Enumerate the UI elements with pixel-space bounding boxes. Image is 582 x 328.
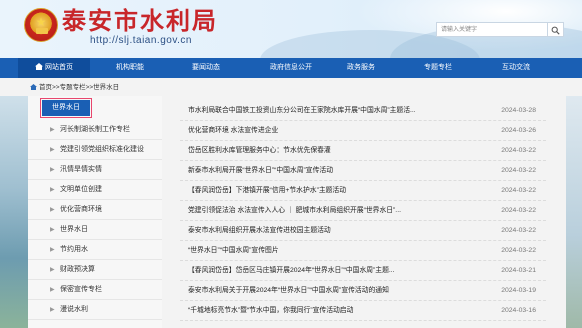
side-scenery-image <box>0 96 28 328</box>
nav-item-functions[interactable]: 机构职能 <box>94 58 166 78</box>
sidebar-item-world-water-day[interactable]: ▶ 世界水日 <box>28 220 162 240</box>
sidebar-item-secrecy[interactable]: ▶ 保密宣传专栏 <box>28 280 162 300</box>
sidebar-item-label: 世界水日 <box>60 226 88 233</box>
article-title[interactable]: “世界水日”“中国水周”宣传图片 <box>188 241 478 261</box>
sidebar-item-civilized-unit[interactable]: ▶ 文明单位创建 <box>28 180 162 200</box>
national-emblem-icon: ★ <box>24 8 58 42</box>
article-date: 2024-03-19 <box>501 287 536 294</box>
article-date: 2024-03-22 <box>501 247 536 254</box>
article-title[interactable]: 【春风润岱岳】岱岳区马庄镇开展2024年“世界水日”“中国水周”主题... <box>188 261 478 281</box>
article-title[interactable]: 市水利局联合中国铁工投资山东分公司在王家院水库开展“中国水周”主题活... <box>188 101 478 121</box>
chevron-right-icon: ▶ <box>50 147 55 153</box>
article-date: 2024-03-22 <box>501 147 536 154</box>
list-item[interactable]: 【春风润岱岳】岱岳区马庄镇开展2024年“世界水日”“中国水周”主题... 202… <box>180 261 546 281</box>
sidebar-item-label: 文明单位创建 <box>60 186 102 193</box>
sidebar-item-label: 河长制湖长制工作专栏 <box>60 126 130 133</box>
sidebar-item-flood-drought[interactable]: ▶ 汛情旱情实情 <box>28 160 162 180</box>
sidebar-item-business-env[interactable]: ▶ 优化营商环境 <box>28 200 162 220</box>
chevron-right-icon: ▶ <box>50 167 55 173</box>
nav-item-services[interactable]: 政务服务 <box>325 58 397 78</box>
list-item[interactable]: “千城地标亮节水”暨“节水中国，你我同行”宣传活动启动 2024-03-16 <box>180 301 546 321</box>
list-item[interactable]: “世界水日”“中国水周”宣传图片 2024-03-22 <box>180 241 546 261</box>
search-input[interactable]: 请输入关键字 <box>436 22 548 37</box>
sidebar-item-river-chief[interactable]: ▶ 河长制湖长制工作专栏 <box>28 120 162 140</box>
article-title[interactable]: 【春风润岱岳】下港镇开展“信用+节水护水”主题活动 <box>188 181 478 201</box>
list-item[interactable]: 【春风润岱岳】下港镇开展“信用+节水护水”主题活动 2024-03-22 <box>180 181 546 201</box>
home-icon <box>30 84 37 90</box>
main-nav: 网站首页 机构职能 要闻动态 政府信息公开 政务服务 专题专栏 互动交流 <box>0 58 582 78</box>
article-date: 2024-03-22 <box>501 187 536 194</box>
list-item[interactable]: 泰安市水利局关于开展2024年“世界水日”“中国水周”宣传活动的通知 2024-0… <box>180 281 546 301</box>
sidebar-item-label: 汛情旱情实情 <box>60 166 102 173</box>
nav-item-news[interactable]: 要闻动态 <box>170 58 242 78</box>
article-title[interactable]: 泰安市水利局关于开展2024年“世界水日”“中国水周”宣传活动的通知 <box>188 281 478 301</box>
nav-item-topics[interactable]: 专题专栏 <box>402 58 474 78</box>
sidebar-item-comics[interactable]: ▶ 漫说水利 <box>28 300 162 320</box>
article-date: 2024-03-28 <box>501 107 536 114</box>
article-title[interactable]: 岱岳区胜利水库管理服务中心：节水优先保春灌 <box>188 141 478 161</box>
sidebar-item-label: 保密宣传专栏 <box>60 286 102 293</box>
sidebar-item-label: 党建引领党组织标准化建设 <box>60 146 144 153</box>
nav-item-home[interactable]: 网站首页 <box>18 58 90 78</box>
search-icon <box>551 26 560 35</box>
article-date: 2024-03-26 <box>501 127 536 134</box>
article-date: 2024-03-16 <box>501 307 536 314</box>
list-item[interactable]: 党建引领促法治 水法宣传入人心 ｜ 肥城市水利局组织开展“世界水日”... 202… <box>180 201 546 221</box>
chevron-right-icon: ▶ <box>50 187 55 193</box>
list-item[interactable]: 优化营商环境 水法宣传进企业 2024-03-26 <box>180 121 546 141</box>
sidebar-item-water-saving[interactable]: ▶ 节约用水 <box>28 240 162 260</box>
chevron-right-icon: ▶ <box>50 287 55 293</box>
sidebar-item-label: 漫说水利 <box>60 306 88 313</box>
sidebar-item-label: 财政预决算 <box>60 266 95 273</box>
article-title[interactable]: 优化营商环境 水法宣传进企业 <box>188 121 478 141</box>
list-item[interactable]: 市水利局联合中国铁工投资山东分公司在王家院水库开展“中国水周”主题活... 202… <box>180 101 546 121</box>
chevron-right-icon: ▶ <box>50 307 55 313</box>
article-date: 2024-03-21 <box>501 267 536 274</box>
sidebar-item-label: 优化营商环境 <box>60 206 102 213</box>
chevron-right-icon: ▶ <box>50 227 55 233</box>
article-title[interactable]: 新泰市水利局开展“世界水日”“中国水周”宣传活动 <box>188 161 478 181</box>
sidebar-item-budget[interactable]: ▶ 财政预决算 <box>28 260 162 280</box>
list-item[interactable]: 新泰市水利局开展“世界水日”“中国水周”宣传活动 2024-03-22 <box>180 161 546 181</box>
site-url: http://slj.taian.gov.cn <box>90 35 192 46</box>
search-button[interactable] <box>548 22 564 37</box>
chevron-right-icon: ▶ <box>50 247 55 253</box>
nav-item-interaction[interactable]: 互动交流 <box>480 58 552 78</box>
article-date: 2024-03-22 <box>501 207 536 214</box>
breadcrumb: 首页>>专题专栏>>世界水日 <box>30 82 119 94</box>
list-item[interactable]: 岱岳区胜利水库管理服务中心：节水优先保春灌 2024-03-22 <box>180 141 546 161</box>
site-header: ★ 泰安市水利局 http://slj.taian.gov.cn 请输入关键字 <box>0 0 582 58</box>
sidebar-heading[interactable]: 世界水日 <box>40 98 92 118</box>
home-icon <box>35 63 43 70</box>
chevron-right-icon: ▶ <box>50 207 55 213</box>
breadcrumb-text[interactable]: 首页>>专题专栏>>世界水日 <box>39 84 119 91</box>
nav-item-gov-info[interactable]: 政府信息公开 <box>255 58 327 78</box>
sidebar-item-party-building[interactable]: ▶ 党建引领党组织标准化建设 <box>28 140 162 160</box>
article-title[interactable]: 党建引领促法治 水法宣传入人心 ｜ 肥城市水利局组织开展“世界水日”... <box>188 201 478 221</box>
site-title[interactable]: 泰安市水利局 <box>62 6 218 36</box>
chevron-right-icon: ▶ <box>50 267 55 273</box>
article-title[interactable]: “千城地标亮节水”暨“节水中国，你我同行”宣传活动启动 <box>188 301 478 321</box>
sidebar: 世界水日 ▶ 河长制湖长制工作专栏 ▶ 党建引领党组织标准化建设 ▶ 汛情旱情实情 ▶… <box>28 96 162 328</box>
side-scenery-image <box>566 96 582 328</box>
sidebar-item-label: 节约用水 <box>60 246 88 253</box>
article-date: 2024-03-22 <box>501 167 536 174</box>
article-date: 2024-03-22 <box>501 227 536 234</box>
chevron-right-icon: ▶ <box>50 127 55 133</box>
article-title[interactable]: 泰安市水利局组织开展水法宣传进校园主题活动 <box>188 221 478 241</box>
list-item[interactable]: 泰安市水利局组织开展水法宣传进校园主题活动 2024-03-22 <box>180 221 546 241</box>
nav-item-label: 网站首页 <box>45 64 73 71</box>
